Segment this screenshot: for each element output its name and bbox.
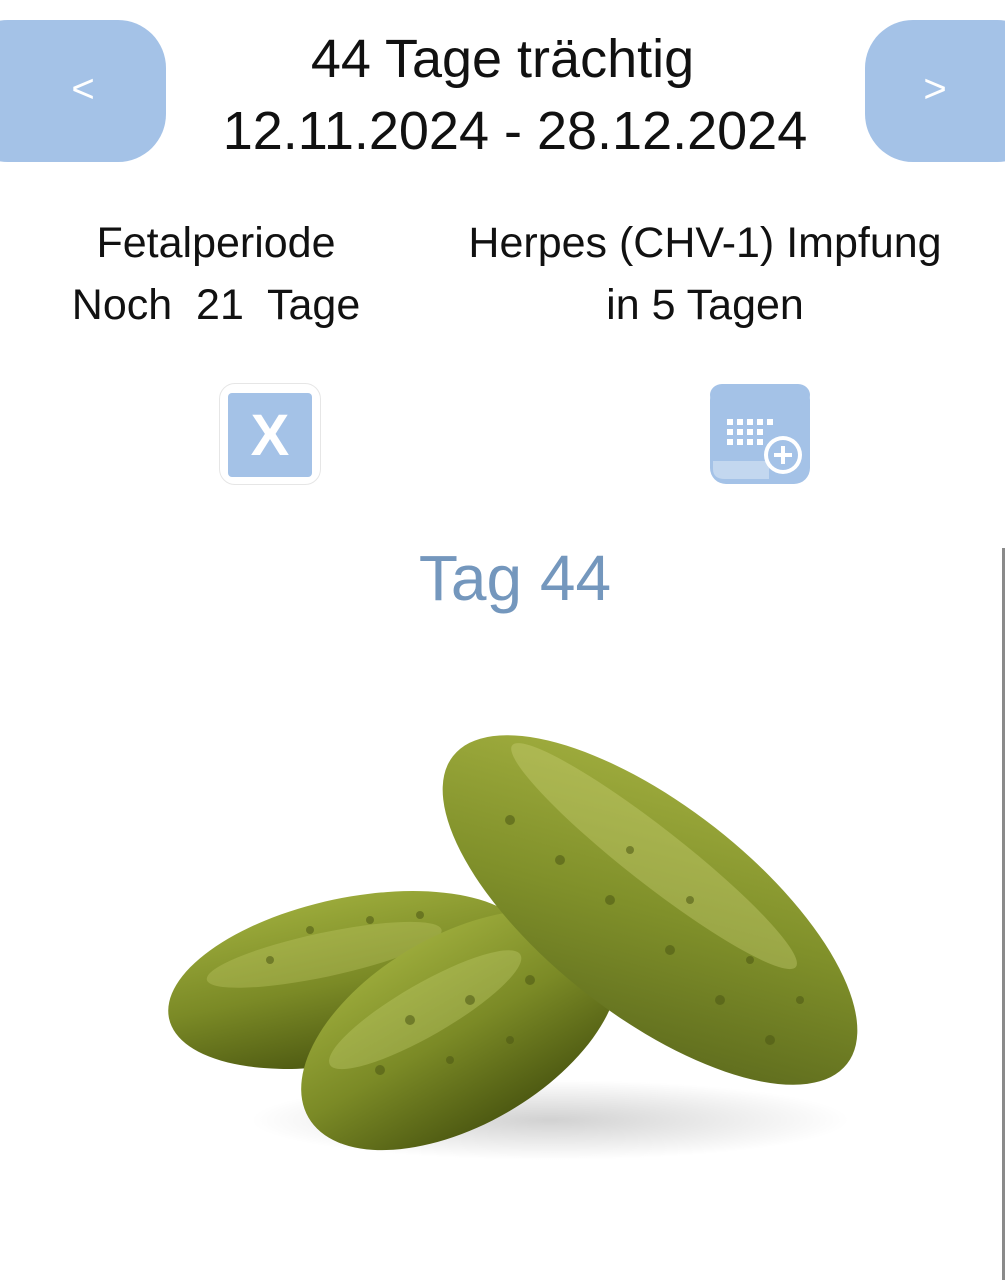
event-info: Herpes (CHV-1) Impfung in 5 Tagen — [420, 212, 990, 336]
calendar-add-icon — [710, 384, 810, 484]
pregnancy-day-screen: < > 44 Tage trächtig 12.11.2024 - 28.12.… — [0, 0, 1005, 1280]
page-title: 44 Tage trächtig — [310, 29, 695, 89]
period-info: Fetalperiode Noch 21 Tage — [40, 212, 392, 336]
pickles-image — [168, 735, 858, 1160]
period-name: Fetalperiode — [96, 219, 336, 267]
add-to-calendar-button[interactable] — [709, 383, 811, 485]
day-title: Tag 44 — [418, 542, 612, 614]
close-button[interactable]: X — [219, 383, 321, 485]
close-icon: X — [228, 393, 312, 477]
event-due: in 5 Tagen — [606, 281, 804, 329]
event-name: Herpes (CHV-1) Impfung — [468, 219, 942, 267]
period-remaining: Noch 21 Tage — [71, 281, 361, 329]
date-range: 12.11.2024 - 28.12.2024 — [222, 101, 808, 161]
